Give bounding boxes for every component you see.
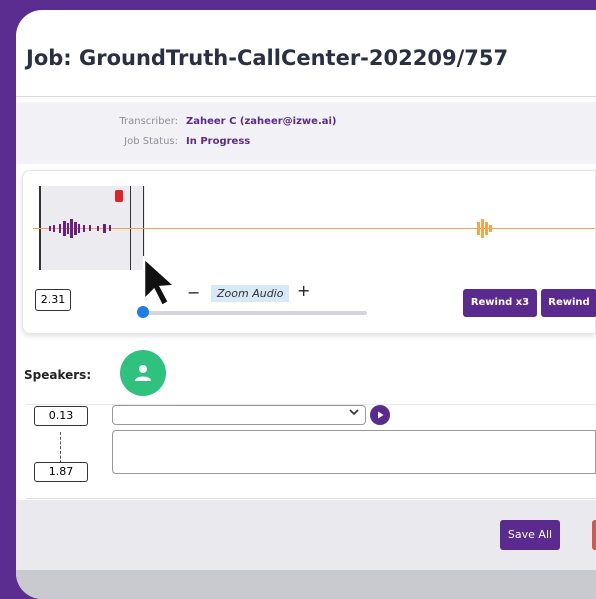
segment-end-time[interactable]: 1.87 — [34, 462, 88, 482]
delete-button[interactable] — [592, 520, 596, 550]
app-window: Job: GroundTruth-CallCenter-202209/757 T… — [16, 10, 596, 599]
zoom-audio-label: Zoom Audio — [211, 285, 290, 302]
person-icon — [135, 365, 151, 381]
transcriber-value: Zaheer C (zaheer@izwe.ai) — [186, 116, 337, 127]
zoom-out-button[interactable]: − — [187, 283, 200, 302]
rewind-button[interactable]: Rewind — [541, 289, 596, 317]
segment-start-time[interactable]: 0.13 — [34, 406, 88, 426]
page-title: Job: GroundTruth-CallCenter-202209/757 — [26, 46, 509, 70]
speakers-label: Speakers: — [24, 368, 92, 382]
transcriber-label: Transcriber: — [119, 116, 178, 127]
save-all-button[interactable]: Save All — [500, 520, 560, 550]
status-label: Job Status: — [124, 136, 178, 147]
divider — [16, 96, 596, 97]
current-time-field[interactable]: 2.31 — [35, 289, 71, 311]
segment-text-input[interactable] — [112, 430, 596, 474]
zoom-slider-thumb[interactable] — [137, 306, 149, 318]
waveform[interactable] — [33, 186, 595, 308]
divider — [26, 498, 596, 499]
job-info-panel: Transcriber: Zaheer C (zaheer@izwe.ai) J… — [16, 102, 596, 164]
speaker-select[interactable] — [112, 405, 366, 425]
bottom-bar — [16, 570, 596, 599]
audio-panel: 2.31 − Zoom Audio + Rewind x3 Rewind — [22, 170, 596, 334]
waveform-peaks — [49, 219, 492, 238]
status-value: In Progress — [186, 136, 251, 147]
rewind-x3-button[interactable]: Rewind x3 — [463, 289, 537, 317]
add-speaker-button[interactable] — [120, 350, 166, 396]
play-segment-button[interactable] — [370, 405, 390, 425]
chevron-down-icon — [349, 407, 359, 420]
zoom-in-button[interactable]: + — [297, 281, 310, 300]
zoom-slider[interactable] — [141, 311, 367, 315]
play-icon — [378, 411, 384, 419]
cursor-arrow-icon — [142, 256, 179, 308]
